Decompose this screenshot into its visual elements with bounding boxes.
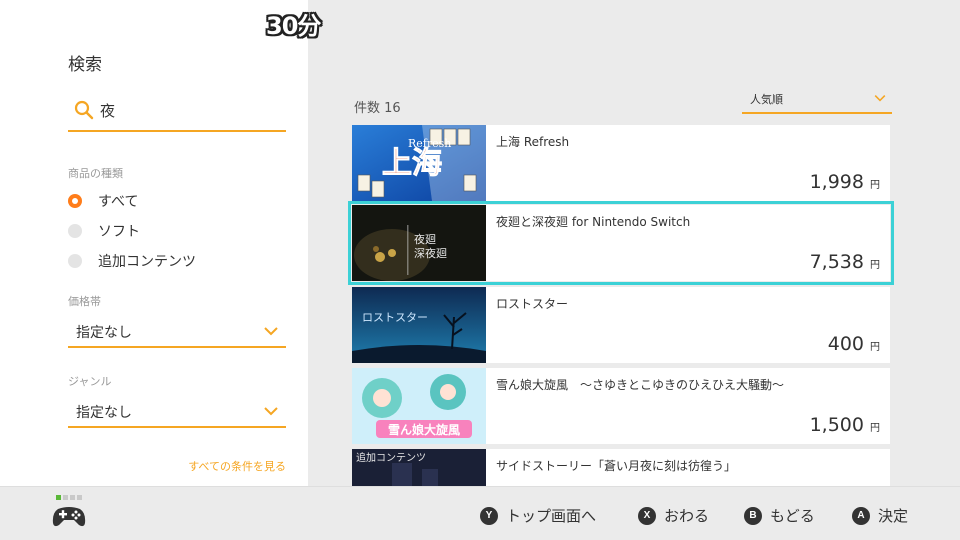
- thumb-title-text: 雪ん娘大旋風: [388, 422, 460, 437]
- list-item[interactable]: 追加コンテンツ サイドストーリー「蒼い月夜に刻は彷徨う」: [352, 449, 890, 486]
- search-sidebar: 検索 夜 商品の種類 すべて ソフト 追加コンテンツ 価格帯 指定なし ジャンル…: [0, 0, 308, 486]
- button-label: もどる: [770, 507, 815, 525]
- price-unit: 円: [870, 423, 880, 434]
- game-thumbnail: 上海 Refresh: [352, 125, 486, 201]
- list-item[interactable]: 夜廻深夜廻 夜廻と深夜廻 for Nintendo Switch 7,538 円: [348, 201, 894, 285]
- item-title: サイドストーリー「蒼い月夜に刻は彷徨う」: [496, 459, 737, 473]
- price-unit: 円: [870, 260, 880, 271]
- radio-dlc[interactable]: 追加コンテンツ: [68, 250, 196, 272]
- controller-indicator: [56, 495, 82, 500]
- price-range-label: 価格帯: [68, 295, 101, 308]
- chevron-down-icon: [264, 327, 278, 336]
- genre-value: 指定なし: [76, 405, 132, 421]
- radio-icon: [68, 224, 82, 238]
- price-value: 7,538: [809, 251, 864, 273]
- item-title: ロストスター: [496, 297, 569, 311]
- footer-bar: Y トップ画面へ X おわる B もどる A 決定: [0, 486, 960, 540]
- game-thumbnail: 夜廻深夜廻: [352, 205, 486, 281]
- search-value: 夜: [100, 102, 116, 120]
- genre-label: ジャンル: [68, 375, 112, 388]
- chevron-down-icon: [874, 95, 886, 102]
- b-button-icon: B: [744, 506, 762, 525]
- controller-icon[interactable]: [52, 503, 86, 529]
- list-item[interactable]: 上海 Refresh 上海 Refresh 1,998 円: [352, 125, 890, 201]
- button-label: おわる: [664, 507, 710, 525]
- results-panel: 件数 16 人気順 上海 Refresh 上海 Refresh 1,998 円 …: [308, 0, 960, 486]
- item-title: 夜廻と深夜廻 for Nintendo Switch: [496, 215, 691, 229]
- chevron-down-icon: [264, 407, 278, 416]
- price-range-value: 指定なし: [76, 325, 132, 341]
- thumb-title-text: ロストスター: [362, 311, 428, 324]
- radio-label: ソフト: [98, 224, 140, 240]
- page-title: 検索: [68, 55, 102, 75]
- price-unit: 円: [870, 342, 880, 353]
- radio-selected-icon: [68, 194, 82, 208]
- radio-label: すべて: [98, 194, 139, 210]
- sort-dropdown[interactable]: 人気順: [742, 86, 892, 114]
- exit-button[interactable]: X おわる: [638, 505, 709, 526]
- confirm-button[interactable]: A 決定: [852, 505, 908, 526]
- price-value: 400: [827, 333, 864, 355]
- thumb-title-text: 追加コンテンツ: [356, 451, 426, 464]
- price-unit: 円: [870, 180, 880, 191]
- item-price: 400 円: [828, 333, 880, 355]
- back-button[interactable]: B もどる: [744, 505, 815, 526]
- item-price: 1,500 円: [810, 414, 880, 436]
- price-value: 1,500: [809, 414, 864, 436]
- result-count: 件数 16: [354, 101, 401, 116]
- game-thumbnail: ロストスター: [352, 287, 486, 363]
- price-range-dropdown[interactable]: 指定なし: [68, 318, 286, 348]
- a-button-icon: A: [852, 506, 870, 525]
- thumb-title-text: 上海: [382, 146, 442, 181]
- list-item[interactable]: ロストスター ロストスター 400 円: [352, 287, 890, 363]
- radio-icon: [68, 254, 82, 268]
- top-screen-button[interactable]: Y トップ画面へ: [480, 505, 596, 526]
- game-thumbnail: 追加コンテンツ: [352, 449, 486, 486]
- search-icon: [74, 100, 94, 120]
- item-price: 7,538 円: [810, 251, 880, 273]
- overlay-timer: 30分: [266, 12, 321, 40]
- product-type-label: 商品の種類: [68, 167, 123, 180]
- item-title: 上海 Refresh: [496, 135, 570, 149]
- search-input[interactable]: 夜: [68, 92, 286, 132]
- item-title: 雪ん娘大旋風 ～さゆきとこゆきのひえひえ大騒動～: [496, 378, 785, 392]
- list-item[interactable]: 雪ん娘大旋風 雪ん娘大旋風 ～さゆきとこゆきのひえひえ大騒動～ 1,500 円: [352, 368, 890, 444]
- radio-label: 追加コンテンツ: [98, 254, 196, 270]
- radio-software[interactable]: ソフト: [68, 220, 140, 242]
- thumb-subtitle-text: Refresh: [408, 137, 451, 150]
- radio-all[interactable]: すべて: [68, 190, 138, 212]
- sort-value: 人気順: [750, 93, 783, 106]
- genre-dropdown[interactable]: 指定なし: [68, 398, 286, 428]
- see-all-conditions-link[interactable]: すべての条件を見る: [68, 458, 286, 474]
- item-price: 1,998 円: [810, 171, 880, 193]
- x-button-icon: X: [638, 506, 656, 525]
- price-value: 1,998: [809, 171, 864, 193]
- button-label: トップ画面へ: [506, 507, 597, 525]
- y-button-icon: Y: [480, 506, 498, 525]
- game-thumbnail: 雪ん娘大旋風: [352, 368, 486, 444]
- button-label: 決定: [878, 507, 909, 525]
